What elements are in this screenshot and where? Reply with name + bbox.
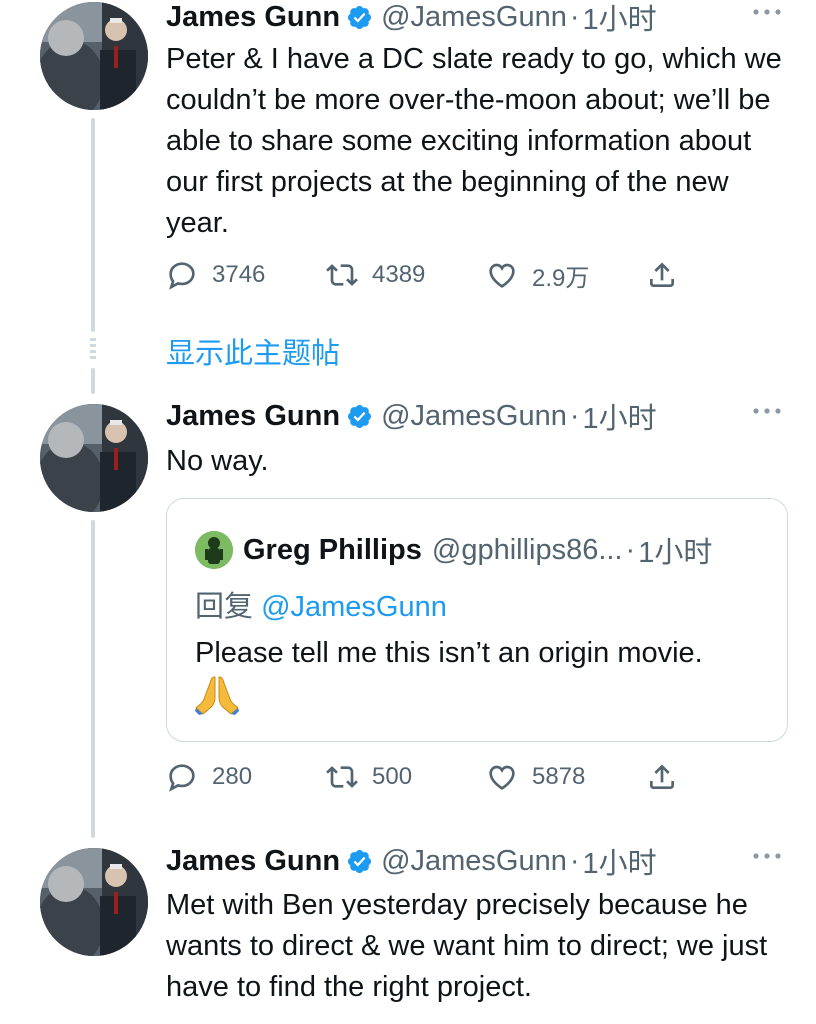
- avatar[interactable]: [40, 404, 148, 512]
- separator-dot: ·: [569, 0, 580, 33]
- separator-dot: ·: [569, 844, 580, 877]
- thread-line-3: [91, 520, 95, 838]
- quoted-tweet-header: Greg Phillips @gphillips86... · 1小时: [195, 529, 712, 571]
- reply-mention[interactable]: @JamesGunn: [261, 591, 447, 623]
- verified-badge-icon: [348, 849, 372, 873]
- reply-icon: [169, 262, 195, 290]
- separator-dot: ·: [625, 533, 636, 566]
- quoted-tweet[interactable]: Greg Phillips @gphillips86... · 1小时 回复 @…: [166, 498, 788, 742]
- tweet-text: Met with Ben yesterday precisely because…: [166, 889, 768, 1003]
- timestamp[interactable]: 1小时: [583, 0, 657, 38]
- retweet-button[interactable]: 500: [326, 760, 412, 794]
- like-button[interactable]: 2.9万: [486, 258, 589, 292]
- thread-line-1: [91, 118, 95, 332]
- tweet-actions: 280 500 5878: [166, 760, 686, 794]
- author-name[interactable]: James Gunn: [166, 845, 340, 878]
- reply-icon: [169, 764, 195, 792]
- retweet-icon: [326, 766, 358, 788]
- reply-count: 280: [212, 763, 253, 790]
- quoted-tweet-text: Please tell me this isn’t an origin movi…: [195, 637, 703, 669]
- verified-badge-icon: [348, 5, 372, 29]
- tweet-text: No way.: [166, 445, 269, 477]
- thread-line-2: [91, 368, 95, 394]
- timestamp[interactable]: 1小时: [583, 840, 657, 882]
- retweet-count: 500: [372, 763, 413, 790]
- reply-button[interactable]: 280: [166, 760, 252, 794]
- like-count: 2.9万: [532, 264, 590, 292]
- quoted-avatar[interactable]: [195, 531, 233, 569]
- retweet-button[interactable]: 4389: [326, 258, 425, 292]
- retweet-count: 4389: [372, 261, 426, 288]
- separator-dot: ·: [569, 399, 580, 432]
- reply-prefix: 回复: [195, 591, 254, 623]
- share-icon: [650, 262, 674, 287]
- tweet-actions: 3746 4389 2.9万: [166, 258, 686, 292]
- more-icon[interactable]: [750, 401, 784, 421]
- author-handle[interactable]: @JamesGunn: [381, 845, 567, 878]
- share-button[interactable]: [646, 760, 678, 794]
- reply-button[interactable]: 3746: [166, 258, 265, 292]
- author-handle[interactable]: @JamesGunn: [381, 1, 567, 34]
- quoted-reply-context: 回复 @JamesGunn: [195, 583, 447, 625]
- more-icon[interactable]: [750, 2, 784, 22]
- retweet-icon: [326, 264, 358, 286]
- thread-gap-dots: [90, 338, 96, 362]
- heart-icon: [489, 765, 515, 790]
- author-name[interactable]: James Gunn: [166, 400, 340, 433]
- tweet-header: James Gunn @JamesGunn · 1小时: [166, 0, 657, 37]
- show-thread-link[interactable]: 显示此主题帖: [166, 330, 340, 372]
- quoted-author-name[interactable]: Greg Phillips: [243, 534, 422, 567]
- author-name[interactable]: James Gunn: [166, 1, 340, 34]
- tweet-text: Peter & I have a DC slate ready to go, w…: [166, 43, 782, 239]
- avatar[interactable]: [40, 848, 148, 956]
- reply-count: 3746: [212, 261, 266, 288]
- heart-icon: [489, 263, 515, 288]
- avatar[interactable]: [40, 2, 148, 110]
- folded-hands-emoji: [195, 676, 239, 715]
- more-icon[interactable]: [750, 846, 784, 866]
- share-icon: [650, 764, 674, 789]
- tweet-header: James Gunn @JamesGunn · 1小时: [166, 399, 657, 436]
- quoted-author-handle[interactable]: @gphillips86...: [432, 534, 623, 567]
- quoted-timestamp[interactable]: 1小时: [638, 529, 712, 571]
- tweet-header: James Gunn @JamesGunn · 1小时: [166, 844, 657, 881]
- like-button[interactable]: 5878: [486, 760, 585, 794]
- share-button[interactable]: [646, 258, 678, 292]
- timestamp[interactable]: 1小时: [583, 395, 657, 437]
- author-handle[interactable]: @JamesGunn: [381, 400, 567, 433]
- like-count: 5878: [532, 763, 586, 790]
- verified-badge-icon: [348, 404, 372, 428]
